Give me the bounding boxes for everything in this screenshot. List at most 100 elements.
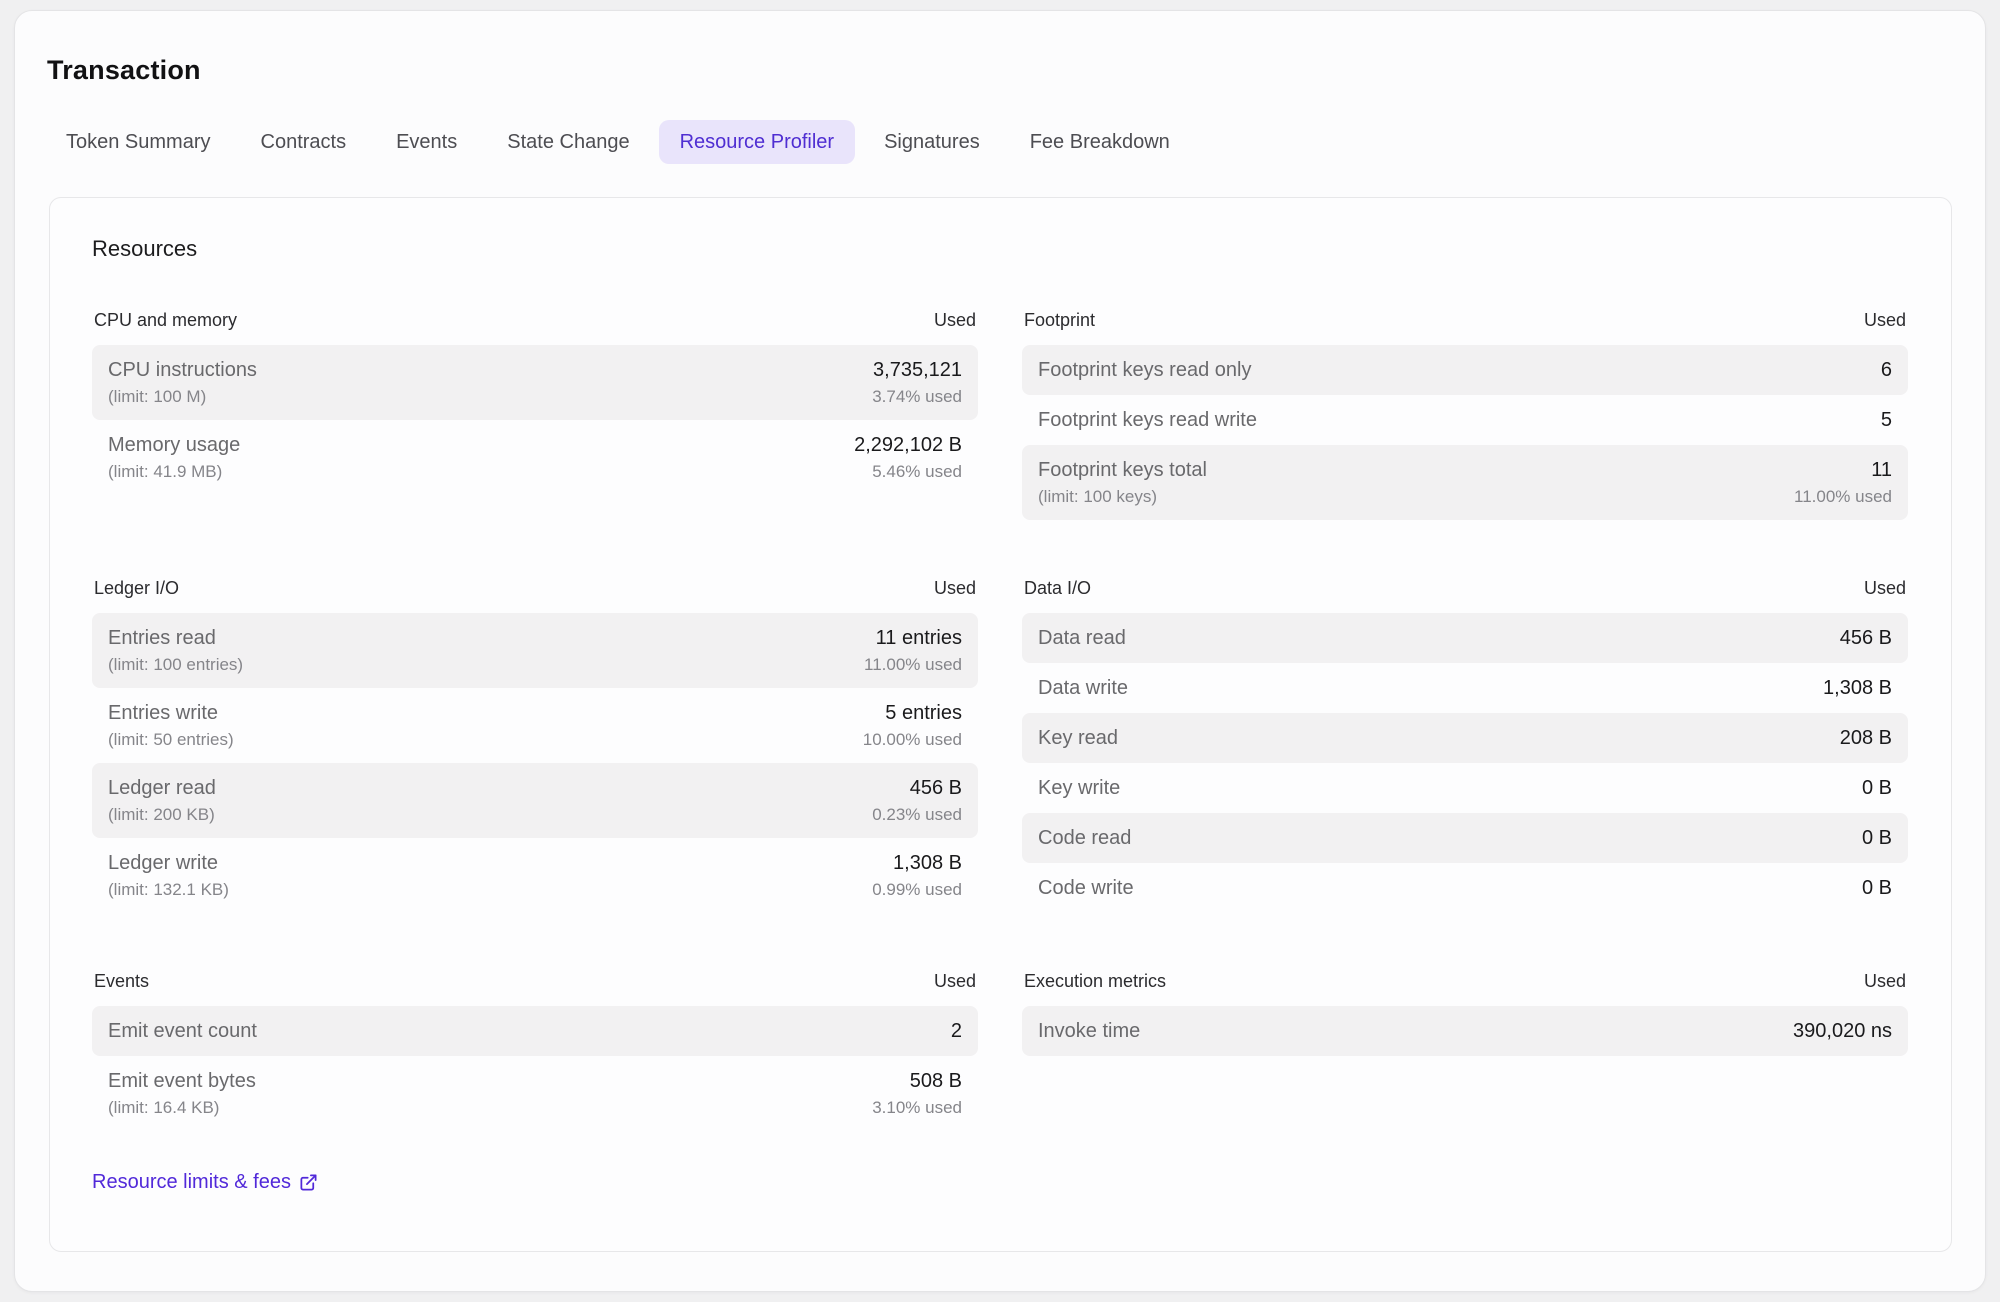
transaction-card: Transaction Token SummaryContractsEvents… bbox=[14, 10, 1986, 1292]
used-column-label: Used bbox=[934, 969, 976, 993]
resource-row-label: Memory usage bbox=[108, 432, 240, 458]
resource-row-limit: (limit: 50 entries) bbox=[108, 729, 234, 751]
resource-row-limit: (limit: 41.9 MB) bbox=[108, 461, 240, 483]
tab-token-summary[interactable]: Token Summary bbox=[45, 120, 232, 164]
resource-row-value: 0 B bbox=[1862, 775, 1892, 801]
resource-row-percent: 3.10% used bbox=[872, 1097, 962, 1119]
resource-row-limit: (limit: 100 M) bbox=[108, 386, 257, 408]
resource-section-ledger-i-o: Ledger I/O Used Entries read (limit: 100… bbox=[92, 576, 978, 913]
resource-row-label: Code write bbox=[1038, 875, 1134, 901]
resource-row-label: Invoke time bbox=[1038, 1018, 1140, 1044]
resource-row-label: Data read bbox=[1038, 625, 1126, 651]
resource-row-limit: (limit: 100 entries) bbox=[108, 654, 243, 676]
tab-state-change[interactable]: State Change bbox=[486, 120, 650, 164]
resource-row: Key write 0 B bbox=[1022, 763, 1908, 813]
resource-row-percent: 3.74% used bbox=[872, 386, 962, 408]
transaction-tabs: Token SummaryContractsEventsState Change… bbox=[45, 120, 1985, 164]
resource-row: Invoke time 390,020 ns bbox=[1022, 1006, 1908, 1056]
section-rows: Entries read (limit: 100 entries) 11 ent… bbox=[92, 613, 978, 913]
section-rows: Footprint keys read only 6 Footprint key… bbox=[1022, 345, 1908, 520]
resource-row: Ledger write (limit: 132.1 KB) 1,308 B 0… bbox=[92, 838, 978, 913]
used-column-label: Used bbox=[1864, 969, 1906, 993]
resource-row: Footprint keys total (limit: 100 keys) 1… bbox=[1022, 445, 1908, 520]
resource-row-limit: (limit: 200 KB) bbox=[108, 804, 216, 826]
resource-row: Code read 0 B bbox=[1022, 813, 1908, 863]
resource-row-label: Footprint keys read write bbox=[1038, 407, 1257, 433]
used-column-label: Used bbox=[1864, 576, 1906, 600]
resource-row-percent: 11.00% used bbox=[1794, 486, 1892, 508]
resource-row: CPU instructions (limit: 100 M) 3,735,12… bbox=[92, 345, 978, 420]
external-link-icon bbox=[299, 1173, 318, 1192]
resource-row-percent: 5.46% used bbox=[854, 461, 962, 483]
resource-row-label: Emit event count bbox=[108, 1018, 257, 1044]
resource-row-value: 1,308 B bbox=[1823, 675, 1892, 701]
section-title: Execution metrics bbox=[1024, 969, 1166, 993]
used-column-label: Used bbox=[1864, 308, 1906, 332]
resource-section-events: Events Used Emit event count 2 Emit even… bbox=[92, 969, 978, 1131]
resource-row-value: 2 bbox=[951, 1018, 962, 1044]
resource-section-data-i-o: Data I/O Used Data read 456 B Data write… bbox=[1022, 576, 1908, 913]
resource-section-cpu-and-memory: CPU and memory Used CPU instructions (li… bbox=[92, 308, 978, 495]
section-header: Events Used bbox=[92, 969, 978, 993]
resource-limits-fees-link[interactable]: Resource limits & fees bbox=[92, 1171, 318, 1194]
resource-row-label: Ledger write bbox=[108, 850, 229, 876]
resource-row-value: 6 bbox=[1881, 357, 1892, 383]
resource-row-value: 3,735,121 bbox=[872, 357, 962, 383]
tab-contracts[interactable]: Contracts bbox=[240, 120, 368, 164]
resource-section-footprint: Footprint Used Footprint keys read only … bbox=[1022, 308, 1908, 520]
resource-row-percent: 11.00% used bbox=[864, 654, 962, 676]
resource-row-value: 508 B bbox=[872, 1068, 962, 1094]
section-title: Ledger I/O bbox=[94, 576, 179, 600]
resource-row-limit: (limit: 100 keys) bbox=[1038, 486, 1207, 508]
resource-row: Footprint keys read only 6 bbox=[1022, 345, 1908, 395]
resource-row-value: 11 bbox=[1794, 457, 1892, 483]
section-title: Data I/O bbox=[1024, 576, 1091, 600]
section-rows: CPU instructions (limit: 100 M) 3,735,12… bbox=[92, 345, 978, 495]
resource-row-label: Footprint keys read only bbox=[1038, 357, 1251, 383]
resource-row: Emit event bytes (limit: 16.4 KB) 508 B … bbox=[92, 1056, 978, 1131]
used-column-label: Used bbox=[934, 308, 976, 332]
resource-row-label: CPU instructions bbox=[108, 357, 257, 383]
section-rows: Emit event count 2 Emit event bytes (lim… bbox=[92, 1006, 978, 1131]
resource-row: Entries write (limit: 50 entries) 5 entr… bbox=[92, 688, 978, 763]
resource-row-value: 456 B bbox=[1840, 625, 1892, 651]
resource-row-percent: 10.00% used bbox=[863, 729, 962, 751]
resource-row: Code write 0 B bbox=[1022, 863, 1908, 913]
tab-fee-breakdown[interactable]: Fee Breakdown bbox=[1009, 120, 1191, 164]
resource-section-execution-metrics: Execution metrics Used Invoke time 390,0… bbox=[1022, 969, 1908, 1056]
resource-row-label: Emit event bytes bbox=[108, 1068, 256, 1094]
resource-row: Ledger read (limit: 200 KB) 456 B 0.23% … bbox=[92, 763, 978, 838]
resource-row-value: 11 entries bbox=[864, 625, 962, 651]
resource-row-value: 5 bbox=[1881, 407, 1892, 433]
resource-row-value: 2,292,102 B bbox=[854, 432, 962, 458]
resource-row-value: 0 B bbox=[1862, 825, 1892, 851]
page-title: Transaction bbox=[47, 55, 1985, 86]
resource-row-limit: (limit: 132.1 KB) bbox=[108, 879, 229, 901]
tab-signatures[interactable]: Signatures bbox=[863, 120, 1001, 164]
section-title: CPU and memory bbox=[94, 308, 237, 332]
resource-row-limit: (limit: 16.4 KB) bbox=[108, 1097, 256, 1119]
resource-row: Data read 456 B bbox=[1022, 613, 1908, 663]
resource-row: Footprint keys read write 5 bbox=[1022, 395, 1908, 445]
resource-row: Data write 1,308 B bbox=[1022, 663, 1908, 713]
section-title: Footprint bbox=[1024, 308, 1095, 332]
resource-limits-fees-link-label: Resource limits & fees bbox=[92, 1171, 291, 1194]
resource-row: Emit event count 2 bbox=[92, 1006, 978, 1056]
resource-row-value: 208 B bbox=[1840, 725, 1892, 751]
resource-row-label: Key read bbox=[1038, 725, 1118, 751]
resource-row-label: Code read bbox=[1038, 825, 1131, 851]
resource-row-label: Ledger read bbox=[108, 775, 216, 801]
resource-row-value: 390,020 ns bbox=[1793, 1018, 1892, 1044]
section-header: Footprint Used bbox=[1022, 308, 1908, 332]
resource-row-label: Data write bbox=[1038, 675, 1128, 701]
resource-row-percent: 0.23% used bbox=[872, 804, 962, 826]
tab-resource-profiler[interactable]: Resource Profiler bbox=[659, 120, 856, 164]
resource-row-value: 0 B bbox=[1862, 875, 1892, 901]
resources-heading: Resources bbox=[92, 236, 1908, 262]
section-header: Ledger I/O Used bbox=[92, 576, 978, 600]
resource-row-percent: 0.99% used bbox=[872, 879, 962, 901]
tab-events[interactable]: Events bbox=[375, 120, 478, 164]
resource-row: Entries read (limit: 100 entries) 11 ent… bbox=[92, 613, 978, 688]
section-rows: Invoke time 390,020 ns bbox=[1022, 1006, 1908, 1056]
resource-row-label: Footprint keys total bbox=[1038, 457, 1207, 483]
